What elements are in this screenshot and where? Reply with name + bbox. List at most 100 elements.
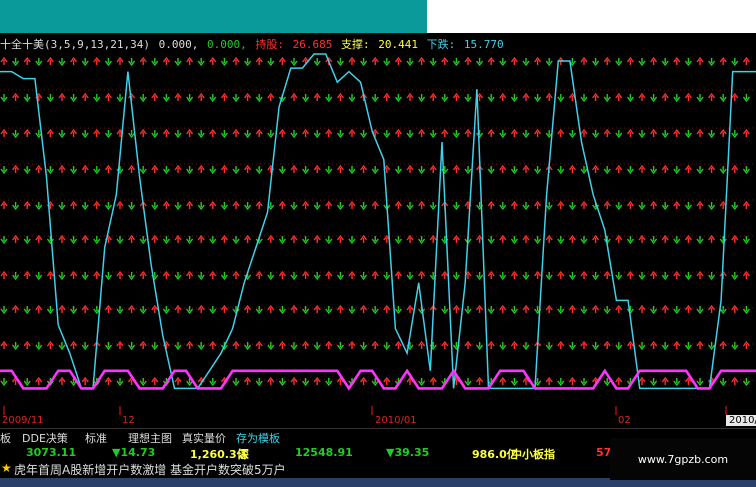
up-arrow-icon [302, 128, 310, 137]
down-arrow-icon [313, 342, 321, 351]
down-arrow-icon [487, 166, 495, 175]
star-icon: ★ [1, 461, 12, 475]
down-arrow-icon [580, 94, 588, 103]
up-arrow-icon [151, 92, 159, 101]
up-arrow-icon [615, 234, 623, 243]
up-arrow-icon [302, 270, 310, 279]
up-arrow-icon [313, 92, 321, 101]
down-arrow-icon [93, 166, 101, 175]
down-arrow-icon [661, 202, 669, 211]
down-arrow-icon [626, 94, 634, 103]
up-arrow-icon [510, 56, 518, 65]
sh-index: 3073.11 [26, 446, 77, 459]
down-arrow-icon [162, 94, 170, 103]
up-arrow-icon [0, 200, 8, 209]
up-arrow-icon [232, 56, 240, 65]
up-arrow-icon [719, 340, 727, 349]
up-arrow-icon [615, 92, 623, 101]
up-arrow-icon [708, 234, 716, 243]
down-arrow-icon [615, 342, 623, 351]
down-arrow-icon [708, 130, 716, 139]
up-arrow-icon [267, 92, 275, 101]
up-arrow-icon [650, 200, 658, 209]
down-arrow-icon [650, 166, 658, 175]
sz-change: ▼39.35 [386, 446, 430, 459]
up-arrow-icon [719, 56, 727, 65]
down-arrow-icon [464, 166, 472, 175]
down-arrow-icon [336, 202, 344, 211]
down-arrow-icon [510, 378, 518, 387]
down-arrow-icon [487, 236, 495, 245]
down-arrow-icon [638, 130, 646, 139]
up-arrow-icon [383, 376, 391, 385]
up-arrow-icon [313, 234, 321, 243]
down-arrow-icon [661, 342, 669, 351]
down-arrow-icon [186, 94, 194, 103]
down-arrow-icon [661, 58, 669, 67]
up-arrow-icon [174, 304, 182, 313]
down-arrow-icon [383, 342, 391, 351]
up-arrow-icon [360, 376, 368, 385]
up-arrow-icon [325, 128, 333, 137]
down-arrow-icon [35, 202, 43, 211]
up-arrow-icon [174, 92, 182, 101]
down-arrow-icon [139, 306, 147, 315]
up-arrow-icon [464, 56, 472, 65]
up-arrow-icon [174, 164, 182, 173]
up-arrow-icon [418, 270, 426, 279]
up-arrow-icon [58, 164, 66, 173]
up-arrow-icon [510, 270, 518, 279]
down-arrow-icon [209, 236, 217, 245]
up-arrow-icon [12, 304, 20, 313]
up-arrow-icon [742, 56, 750, 65]
up-arrow-icon [290, 376, 298, 385]
up-arrow-icon [139, 128, 147, 137]
down-arrow-icon [174, 202, 182, 211]
up-arrow-icon [394, 340, 402, 349]
up-arrow-icon [70, 128, 78, 137]
up-arrow-icon [592, 164, 600, 173]
down-arrow-icon [0, 94, 8, 103]
down-arrow-icon [545, 202, 553, 211]
up-arrow-icon [534, 56, 542, 65]
up-arrow-icon [290, 92, 298, 101]
up-arrow-icon [476, 304, 484, 313]
down-arrow-icon [499, 58, 507, 67]
down-arrow-icon [116, 378, 124, 387]
price-chart[interactable] [0, 50, 756, 415]
up-arrow-icon [23, 200, 31, 209]
up-arrow-icon [186, 128, 194, 137]
up-arrow-icon [23, 340, 31, 349]
up-arrow-icon [70, 340, 78, 349]
down-arrow-icon [23, 378, 31, 387]
down-arrow-icon [406, 130, 414, 139]
news-text[interactable]: 虎年首周A股新增开户数激增 基金开户数突破5万户 [14, 461, 286, 478]
up-arrow-icon [580, 200, 588, 209]
up-arrow-icon [232, 128, 240, 137]
down-arrow-icon [35, 58, 43, 67]
up-arrow-icon [650, 56, 658, 65]
up-arrow-icon [278, 200, 286, 209]
down-arrow-icon [360, 202, 368, 211]
down-arrow-icon [615, 202, 623, 211]
down-arrow-icon [557, 236, 565, 245]
down-arrow-icon [684, 342, 692, 351]
down-arrow-icon [650, 306, 658, 315]
up-arrow-icon [731, 92, 739, 101]
down-arrow-icon [684, 130, 692, 139]
up-arrow-icon [186, 270, 194, 279]
axis-label: 2009/11 [2, 415, 44, 426]
up-arrow-icon [568, 376, 576, 385]
down-arrow-icon [568, 342, 576, 351]
down-arrow-icon [638, 202, 646, 211]
down-arrow-icon [23, 306, 31, 315]
up-arrow-icon [81, 304, 89, 313]
up-arrow-icon [522, 234, 530, 243]
down-arrow-icon [209, 166, 217, 175]
up-arrow-icon [93, 200, 101, 209]
up-arrow-icon [209, 128, 217, 137]
down-arrow-icon [278, 378, 286, 387]
up-arrow-icon [151, 376, 159, 385]
down-arrow-icon [418, 94, 426, 103]
up-arrow-icon [255, 270, 263, 279]
